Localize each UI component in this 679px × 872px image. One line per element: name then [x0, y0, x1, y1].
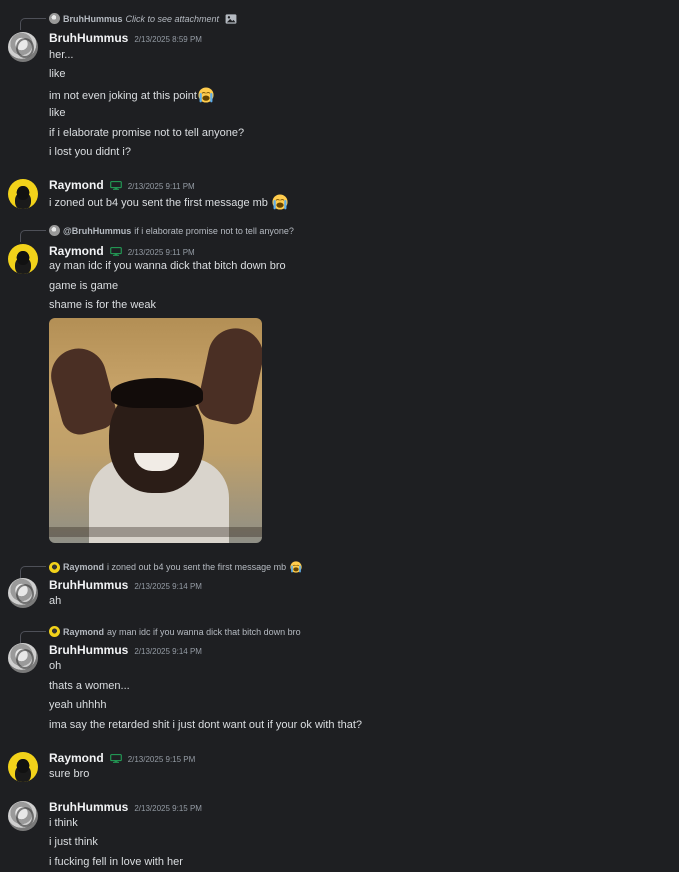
avatar[interactable] — [8, 32, 38, 62]
reply-username[interactable]: BruhHummus — [63, 14, 123, 24]
message-text: her... — [49, 49, 74, 61]
message-text: ay man idc if you wanna dick that bitch … — [49, 260, 286, 272]
desktop-icon — [110, 754, 122, 763]
username[interactable]: Raymond — [49, 244, 104, 258]
crying-emoji-icon — [198, 87, 214, 103]
message-text: like — [49, 107, 66, 119]
message-text: i lost you didnt i? — [49, 146, 131, 158]
timestamp: 2/13/2025 9:15 PM — [134, 804, 202, 813]
reply-username[interactable]: Raymond — [63, 562, 104, 572]
reply-spine — [20, 631, 46, 643]
message-text: i fucking fell in love with her — [49, 856, 183, 868]
gif-attachment[interactable] — [49, 318, 262, 543]
message-text: im not even joking at this point — [49, 87, 214, 103]
avatar[interactable] — [8, 244, 38, 274]
username[interactable]: BruhHummus — [49, 800, 128, 814]
reply-avatar — [49, 561, 60, 573]
crying-emoji-icon — [290, 561, 302, 573]
gif-hair — [111, 378, 203, 408]
avatar[interactable] — [8, 578, 38, 608]
timestamp: 2/13/2025 9:15 PM — [127, 755, 196, 764]
avatar[interactable] — [8, 801, 38, 831]
timestamp: 2/13/2025 9:11 PM — [127, 182, 195, 191]
message-text: shame is for the weak — [49, 299, 156, 311]
username[interactable]: BruhHummus — [49, 578, 128, 592]
message-text: yeah uhhhh — [49, 699, 107, 711]
reply-avatar — [49, 13, 60, 24]
timestamp: 2/13/2025 8:59 PM — [134, 35, 202, 44]
username[interactable]: Raymond — [49, 178, 104, 192]
avatar[interactable] — [8, 643, 38, 673]
reply-username[interactable]: Raymond — [63, 627, 104, 637]
message-text: ima say the retarded shit i just dont wa… — [49, 719, 363, 731]
reply-spine — [20, 18, 46, 30]
gif-bottom-bar — [49, 527, 262, 537]
desktop-icon — [110, 247, 122, 256]
username[interactable]: BruhHummus — [49, 31, 128, 45]
reply-text[interactable]: if i elaborate promise not to tell anyon… — [134, 226, 294, 236]
message-text: like — [49, 68, 66, 80]
crying-emoji-icon — [272, 194, 288, 210]
reply-text[interactable]: ay man idc if you wanna dick that bitch … — [107, 627, 301, 637]
timestamp: 2/13/2025 9:11 PM — [127, 248, 195, 257]
message-text: sure bro — [49, 768, 90, 780]
reply-avatar — [49, 626, 60, 637]
timestamp: 2/13/2025 9:14 PM — [134, 582, 202, 591]
message-text-content: im not even joking at this point — [49, 90, 197, 102]
reply-avatar — [49, 225, 60, 236]
message-text: if i elaborate promise not to tell anyon… — [49, 127, 245, 139]
avatar[interactable] — [8, 752, 38, 782]
reply-spine — [20, 566, 46, 578]
message-text: oh — [49, 660, 62, 672]
reply-username[interactable]: @BruhHummus — [63, 226, 131, 236]
reply-text[interactable]: Click to see attachment — [126, 14, 220, 24]
desktop-icon — [110, 181, 122, 190]
image-icon — [225, 14, 237, 24]
reply-spine — [20, 230, 46, 242]
message-text: ah — [49, 595, 62, 607]
username[interactable]: BruhHummus — [49, 643, 128, 657]
message-text: i zoned out b4 you sent the first messag… — [49, 194, 288, 210]
message-text: i think — [49, 817, 78, 829]
username[interactable]: Raymond — [49, 751, 104, 765]
gif-hand-right — [194, 323, 262, 428]
message-text-content: i zoned out b4 you sent the first messag… — [49, 197, 268, 209]
message-text: thats a women... — [49, 680, 130, 692]
message-text: i just think — [49, 836, 98, 848]
avatar[interactable] — [8, 179, 38, 209]
reply-text[interactable]: i zoned out b4 you sent the first messag… — [107, 562, 286, 572]
timestamp: 2/13/2025 9:14 PM — [134, 647, 202, 656]
message-text: game is game — [49, 280, 119, 292]
